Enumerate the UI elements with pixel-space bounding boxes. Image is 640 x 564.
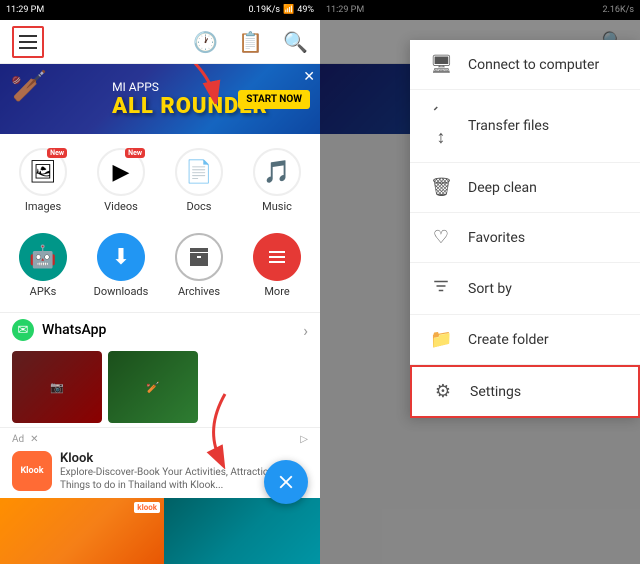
downloads-icon: ⬇ (97, 233, 145, 281)
transfer-icon: ↕ (430, 104, 452, 148)
docs-icon: 📄 (175, 148, 223, 196)
banner: MI APPS ALL ROUNDER START NOW ✕ 🏏 (0, 64, 320, 134)
files-icon[interactable]: 📋 (238, 30, 263, 54)
category-grid-row1: 🖼 New Images ▶ New Videos 📄 Docs 🎵 Music (0, 134, 320, 227)
banner-close-button[interactable]: ✕ (303, 69, 315, 85)
create-folder-icon: 📁 (430, 329, 452, 350)
bottom-images-row: klook (0, 498, 320, 564)
status-bar-left: 11:29 PM 0.19K/s 📶 49% (0, 0, 320, 20)
whatsapp-chevron-right: › (303, 321, 308, 340)
images-badge: New (47, 148, 67, 158)
archives-label: Archives (178, 285, 220, 298)
nav-icons: 🕐 📋 🔍 (193, 30, 308, 54)
deep-clean-label: Deep clean (468, 180, 537, 196)
videos-icon: ▶ New (97, 148, 145, 196)
archives-icon (175, 233, 223, 281)
menu-item-favorites[interactable]: ♡ Favorites (410, 213, 640, 263)
history-icon[interactable]: 🕐 (193, 30, 218, 54)
favorites-icon: ♡ (430, 227, 452, 248)
music-label: Music (262, 200, 292, 213)
banner-start-button[interactable]: START NOW (238, 90, 310, 109)
images-icon: 🖼 New (19, 148, 67, 196)
sort-by-label: Sort by (468, 281, 512, 297)
thumb-1-label: 📷 (50, 381, 64, 394)
left-panel: 11:29 PM 0.19K/s 📶 49% 🕐 📋 🔍 MI APPS ALL… (0, 0, 320, 564)
menu-item-sort-by[interactable]: Sort by (410, 263, 640, 315)
banner-decoration: 🏏 (10, 69, 47, 104)
ad-label-row: Ad ✕ ▷ (12, 434, 308, 445)
apks-icon: 🤖 (19, 233, 67, 281)
videos-badge: New (125, 148, 145, 158)
bottom-img-ocean (164, 498, 320, 564)
connect-label: Connect to computer (468, 57, 599, 73)
settings-label: Settings (470, 384, 521, 400)
whatsapp-title: WhatsApp (42, 322, 106, 338)
whatsapp-icon: ✉ (12, 319, 34, 341)
top-nav-left: 🕐 📋 🔍 (0, 20, 320, 64)
more-icon (253, 233, 301, 281)
menu-item-create-folder[interactable]: 📁 Create folder (410, 315, 640, 365)
menu-item-deep-clean[interactable]: 🗑 Deep clean (410, 163, 640, 213)
cat-music[interactable]: 🎵 Music (238, 142, 316, 219)
downloads-label: Downloads (94, 285, 149, 298)
cat-more[interactable]: More (238, 227, 316, 304)
transfer-label: Transfer files (468, 118, 549, 134)
banner-mi-text: MI APPS (112, 80, 159, 94)
whatsapp-section-header[interactable]: ✉ WhatsApp › (0, 312, 320, 347)
menu-item-settings[interactable]: ⚙ Settings (410, 365, 640, 418)
network-speed-left: 0.19K/s (249, 5, 281, 15)
cat-docs[interactable]: 📄 Docs (160, 142, 238, 219)
cat-videos[interactable]: ▶ New Videos (82, 142, 160, 219)
favorites-label: Favorites (468, 230, 525, 246)
ad-text: Ad (12, 434, 24, 445)
dropdown-menu: 🖥 Connect to computer ↕ Transfer files 🗑… (410, 40, 640, 418)
content-thumbs-row: 📷 🏏 (0, 347, 320, 427)
whatsapp-title-row: ✉ WhatsApp (12, 319, 106, 341)
thumb-2-label: 🏏 (146, 381, 160, 394)
cat-archives[interactable]: Archives (160, 227, 238, 304)
signal-left: 📶 (283, 5, 294, 15)
deep-clean-icon: 🗑 (430, 177, 452, 198)
settings-icon: ⚙ (432, 381, 454, 402)
klook-watermark: klook (134, 502, 160, 513)
klook-icon: Klook (12, 451, 52, 491)
time-left: 11:29 PM (6, 5, 44, 15)
cat-images[interactable]: 🖼 New Images (4, 142, 82, 219)
menu-item-transfer[interactable]: ↕ Transfer files (410, 90, 640, 163)
images-label: Images (25, 200, 61, 213)
battery-left: 49% (297, 5, 314, 15)
bottom-img-klook: klook (0, 498, 164, 564)
ad-sponsor-icon: ▷ (300, 434, 308, 445)
more-label: More (264, 285, 289, 298)
docs-label: Docs (187, 200, 212, 213)
connect-icon: 🖥 (430, 54, 452, 75)
videos-label: Videos (104, 200, 138, 213)
cat-downloads[interactable]: ⬇ Downloads (82, 227, 160, 304)
cat-apks[interactable]: 🤖 APKs (4, 227, 82, 304)
thumb-1: 📷 (12, 351, 102, 423)
category-grid-row2: 🤖 APKs ⬇ Downloads Archives More (0, 227, 320, 312)
fab-button[interactable] (264, 460, 308, 504)
hamburger-button[interactable] (12, 26, 44, 58)
search-icon[interactable]: 🔍 (283, 30, 308, 54)
menu-item-connect[interactable]: 🖥 Connect to computer (410, 40, 640, 90)
hamburger-line-3 (19, 47, 37, 49)
hamburger-line-1 (19, 35, 37, 37)
thumb-2: 🏏 (108, 351, 198, 423)
apks-label: APKs (30, 285, 57, 298)
music-icon: 🎵 (253, 148, 301, 196)
sort-by-icon (430, 277, 452, 300)
right-panel: 11:29 PM 2.16K/s 🔍 RT NOW 🎵 Music More (320, 0, 640, 564)
ad-close[interactable]: ✕ (30, 434, 38, 445)
hamburger-line-2 (19, 41, 37, 43)
ad-brand: Klook (60, 451, 308, 466)
create-folder-label: Create folder (468, 332, 549, 348)
